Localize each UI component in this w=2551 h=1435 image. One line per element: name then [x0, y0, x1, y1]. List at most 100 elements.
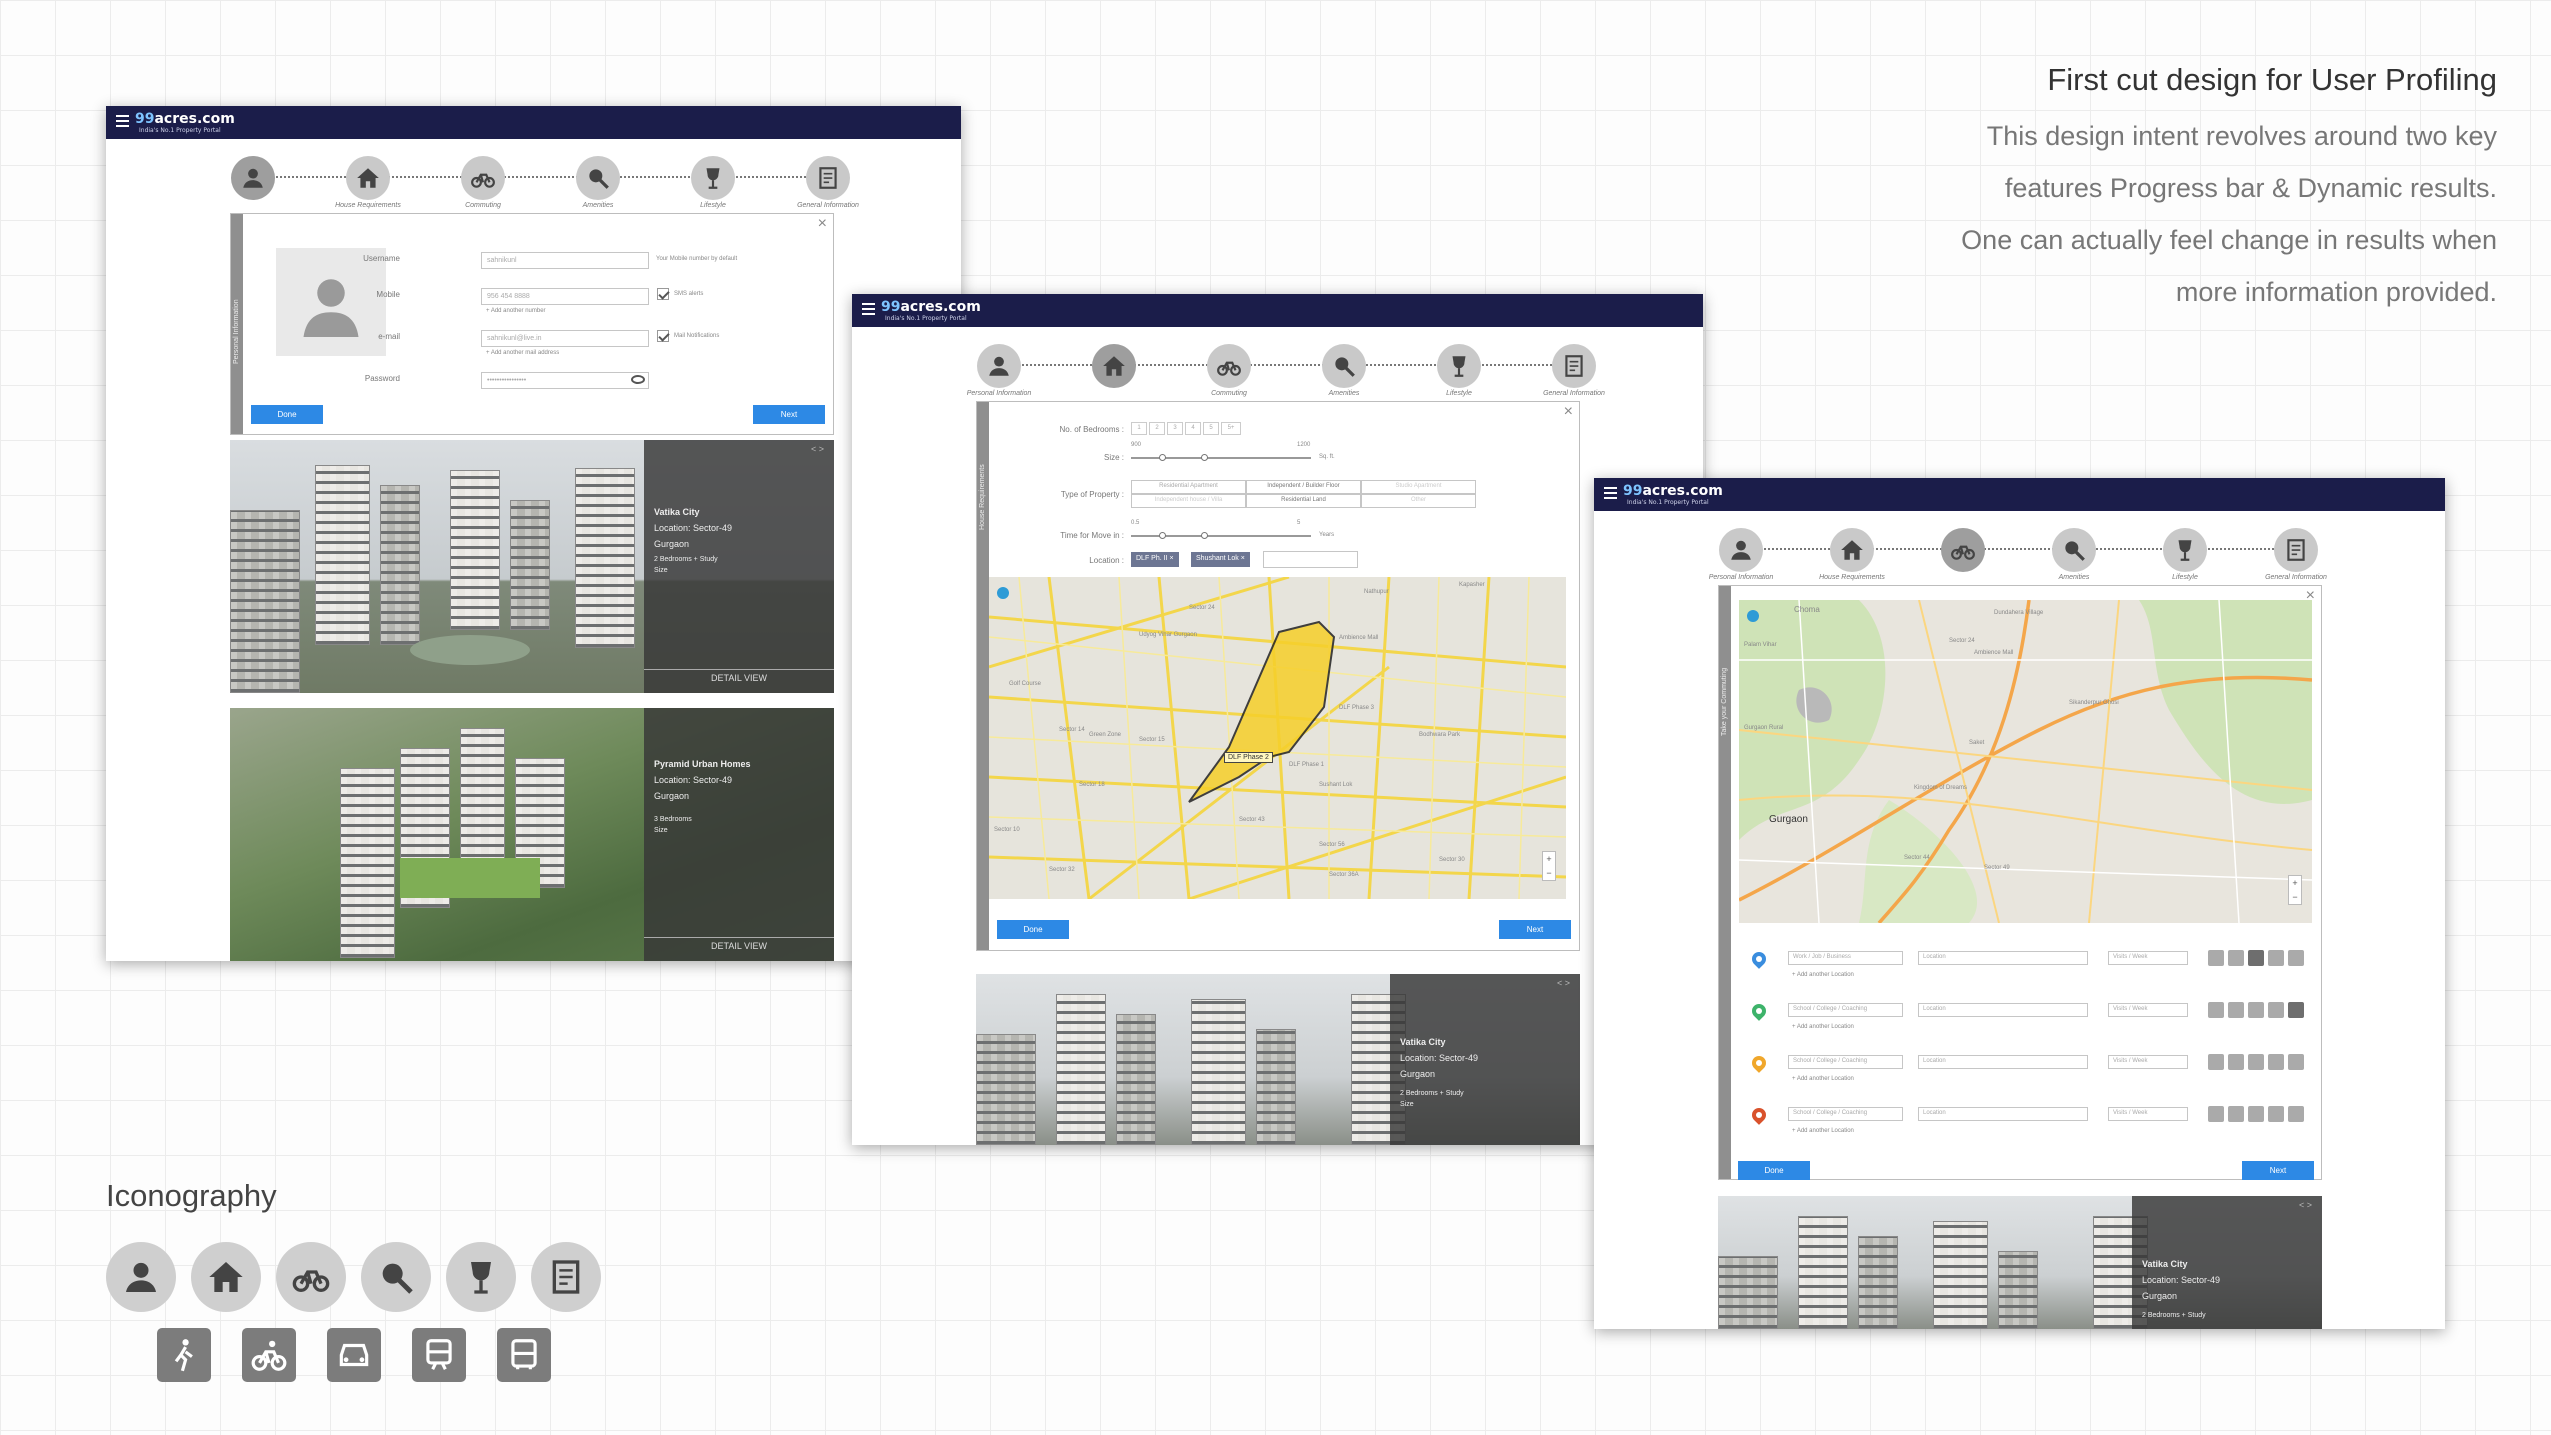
- step-general[interactable]: [2274, 528, 2318, 572]
- move-in-slider[interactable]: [1131, 532, 1311, 539]
- walk-mode-toggle[interactable]: [2208, 1054, 2224, 1070]
- add-location-link[interactable]: + Add another Location: [1792, 1076, 1854, 1082]
- bus-mode-toggle[interactable]: [2288, 1106, 2304, 1122]
- bus-mode-toggle[interactable]: [2288, 1054, 2304, 1070]
- property-type-option[interactable]: Other: [1361, 494, 1476, 508]
- property-type-option[interactable]: Studio Apartment: [1361, 480, 1476, 494]
- bedroom-option[interactable]: 3: [1167, 422, 1183, 435]
- bedroom-option[interactable]: 4: [1185, 422, 1201, 435]
- done-button[interactable]: Done: [251, 405, 323, 424]
- train-mode-toggle[interactable]: [2268, 1002, 2284, 1018]
- listing-card[interactable]: < > Vatika City Location: Sector-49 Gurg…: [230, 440, 834, 693]
- next-button[interactable]: Next: [1499, 920, 1571, 939]
- commute-map[interactable]: Choma Palam Vihar Dundahera Village Sect…: [1739, 600, 2312, 923]
- close-icon[interactable]: ×: [818, 216, 827, 232]
- car-mode-toggle[interactable]: [2248, 950, 2264, 966]
- step-house[interactable]: [1092, 344, 1136, 388]
- train-mode-toggle[interactable]: [2268, 1054, 2284, 1070]
- mail-notifications-checkbox[interactable]: [657, 330, 669, 342]
- eye-icon[interactable]: [631, 375, 645, 384]
- bedroom-option[interactable]: 1: [1131, 422, 1147, 435]
- step-commuting[interactable]: [461, 156, 505, 200]
- location-map[interactable]: DLF Phase 2 Kapasher Nathupur Sector 24 …: [989, 577, 1566, 899]
- car-mode-toggle[interactable]: [2248, 1002, 2264, 1018]
- visits-per-week-input[interactable]: Visits / Week: [2108, 951, 2188, 965]
- add-email-link[interactable]: + Add another mail address: [486, 350, 559, 356]
- walk-mode-toggle[interactable]: [2208, 1106, 2224, 1122]
- map-zoom-control[interactable]: + −: [1542, 851, 1556, 881]
- menu-icon[interactable]: [862, 303, 875, 315]
- bus-mode-toggle[interactable]: [2288, 950, 2304, 966]
- step-commuting[interactable]: [1207, 344, 1251, 388]
- next-button[interactable]: Next: [753, 405, 825, 424]
- username-input[interactable]: sahnikunl: [481, 252, 649, 269]
- car-mode-toggle[interactable]: [2248, 1054, 2264, 1070]
- commute-purpose-input[interactable]: School / College / Coaching: [1788, 1107, 1903, 1121]
- menu-icon[interactable]: [116, 115, 129, 127]
- menu-icon[interactable]: [1604, 487, 1617, 499]
- bedroom-option[interactable]: 2: [1149, 422, 1165, 435]
- map-locate-icon[interactable]: [997, 587, 1009, 599]
- bicycle-mode-toggle[interactable]: [2228, 950, 2244, 966]
- step-amenities[interactable]: [2052, 528, 2096, 572]
- visits-per-week-input[interactable]: Visits / Week: [2108, 1055, 2188, 1069]
- logo[interactable]: 99acres.com: [881, 299, 981, 315]
- carousel-arrows-icon[interactable]: < >: [1557, 978, 1570, 988]
- step-house[interactable]: [1830, 528, 1874, 572]
- commute-purpose-input[interactable]: Work / Job / Business: [1788, 951, 1903, 965]
- walk-mode-toggle[interactable]: [2208, 950, 2224, 966]
- add-number-link[interactable]: + Add another number: [486, 308, 546, 314]
- visits-per-week-input[interactable]: Visits / Week: [2108, 1003, 2188, 1017]
- bicycle-mode-toggle[interactable]: [2228, 1106, 2244, 1122]
- bus-mode-toggle[interactable]: [2288, 1002, 2304, 1018]
- size-slider[interactable]: [1131, 454, 1311, 461]
- car-mode-toggle[interactable]: [2248, 1106, 2264, 1122]
- map-locate-icon[interactable]: [1747, 610, 1759, 622]
- map-zoom-control[interactable]: + −: [2288, 875, 2302, 905]
- sms-alerts-checkbox[interactable]: [657, 288, 669, 300]
- add-location-link[interactable]: + Add another Location: [1792, 972, 1854, 978]
- commute-location-input[interactable]: Location: [1918, 951, 2088, 965]
- property-type-option[interactable]: Independent / Builder Floor: [1246, 480, 1361, 494]
- close-icon[interactable]: ×: [1564, 404, 1573, 420]
- done-button[interactable]: Done: [1738, 1161, 1810, 1180]
- listing-card[interactable]: < > Vatika City Location: Sector-49 Gurg…: [1718, 1196, 2322, 1329]
- listing-card[interactable]: < > Vatika City Location: Sector-49 Gurg…: [976, 974, 1580, 1145]
- step-personal[interactable]: [977, 344, 1021, 388]
- step-lifestyle[interactable]: [2163, 528, 2207, 572]
- detail-view-link[interactable]: DETAIL VIEW: [644, 937, 834, 951]
- step-personal[interactable]: [1719, 528, 1763, 572]
- step-amenities[interactable]: [1322, 344, 1366, 388]
- step-general[interactable]: [806, 156, 850, 200]
- location-input[interactable]: [1263, 551, 1358, 568]
- bicycle-mode-toggle[interactable]: [2228, 1002, 2244, 1018]
- add-location-link[interactable]: + Add another Location: [1792, 1024, 1854, 1030]
- step-amenities[interactable]: [576, 156, 620, 200]
- mobile-input[interactable]: 956 454 8888: [481, 288, 649, 305]
- add-location-link[interactable]: + Add another Location: [1792, 1128, 1854, 1134]
- step-general[interactable]: [1552, 344, 1596, 388]
- step-house[interactable]: [346, 156, 390, 200]
- listing-card[interactable]: Pyramid Urban Homes Location: Sector-49 …: [230, 708, 834, 961]
- commute-location-input[interactable]: Location: [1918, 1003, 2088, 1017]
- email-input[interactable]: sahnikunl@live.in: [481, 330, 649, 347]
- step-lifestyle[interactable]: [1437, 344, 1481, 388]
- carousel-arrows-icon[interactable]: < >: [2299, 1200, 2312, 1210]
- property-type-option[interactable]: Independent house / Villa: [1131, 494, 1246, 508]
- commute-purpose-input[interactable]: School / College / Coaching: [1788, 1055, 1903, 1069]
- avatar[interactable]: [276, 248, 386, 356]
- train-mode-toggle[interactable]: [2268, 1106, 2284, 1122]
- done-button[interactable]: Done: [997, 920, 1069, 939]
- logo[interactable]: 99acres.com: [1623, 483, 1723, 499]
- commute-location-input[interactable]: Location: [1918, 1055, 2088, 1069]
- property-type-option[interactable]: Residential Apartment: [1131, 480, 1246, 494]
- next-button[interactable]: Next: [2242, 1161, 2314, 1180]
- train-mode-toggle[interactable]: [2268, 950, 2284, 966]
- bicycle-mode-toggle[interactable]: [2228, 1054, 2244, 1070]
- carousel-arrows-icon[interactable]: < >: [811, 444, 824, 454]
- commute-location-input[interactable]: Location: [1918, 1107, 2088, 1121]
- walk-mode-toggle[interactable]: [2208, 1002, 2224, 1018]
- step-commuting[interactable]: [1941, 528, 1985, 572]
- password-input[interactable]: ••••••••••••••••: [481, 372, 649, 389]
- commute-purpose-input[interactable]: School / College / Coaching: [1788, 1003, 1903, 1017]
